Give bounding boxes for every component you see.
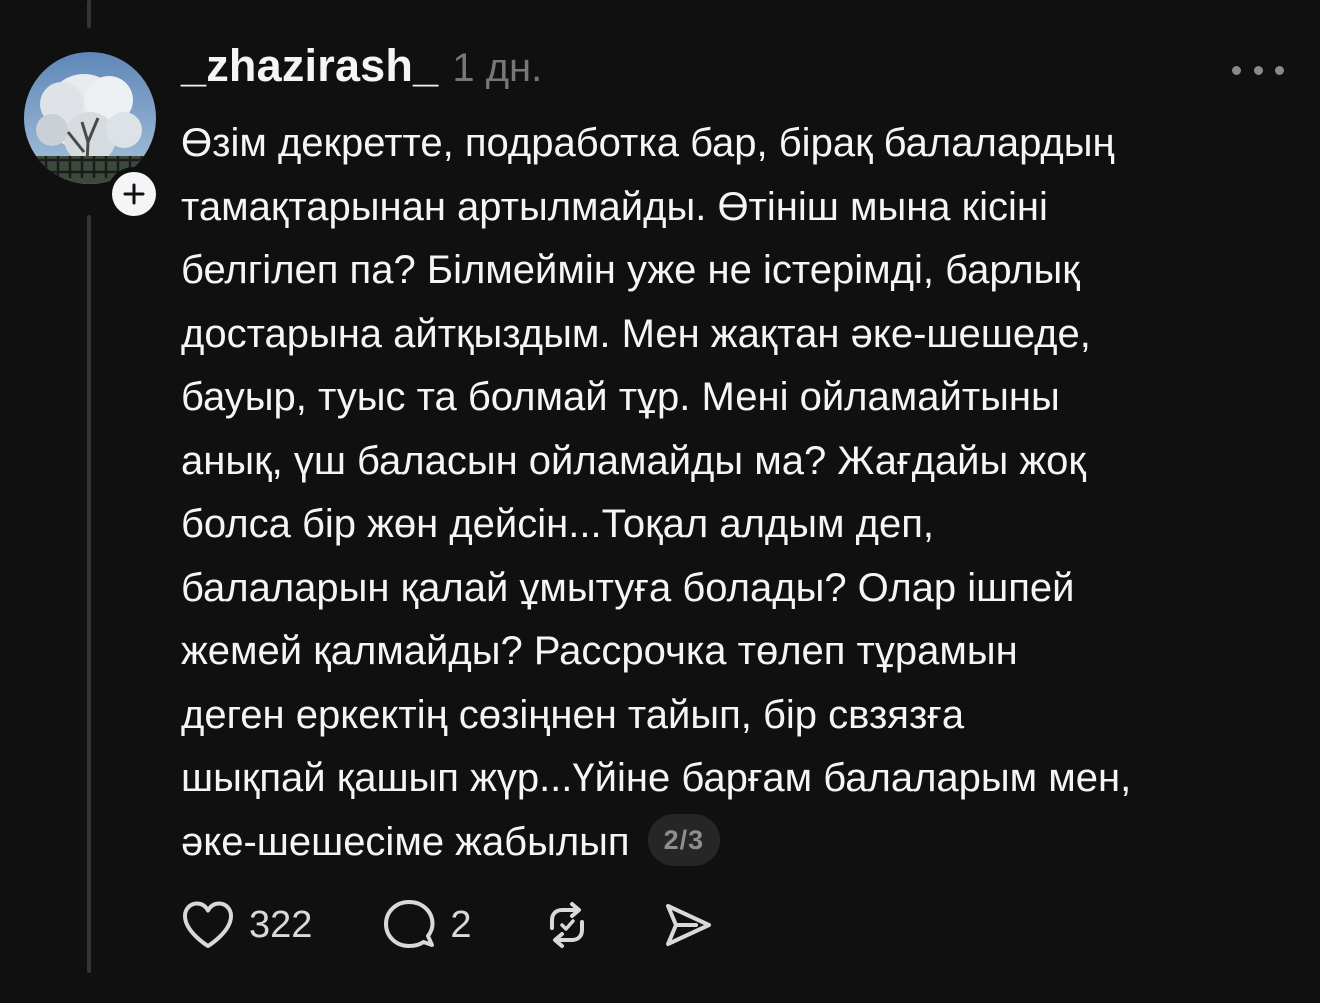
like-count: 322	[249, 903, 313, 946]
heart-icon	[183, 901, 233, 948]
follow-button[interactable]	[107, 167, 161, 221]
share-button[interactable]	[662, 900, 714, 950]
more-horizontal-icon-dot	[1275, 65, 1284, 75]
more-horizontal-icon-dot	[1232, 65, 1241, 75]
page-indicator-badge: 2/3	[647, 813, 721, 866]
comment-button[interactable]: 2	[382, 898, 472, 952]
post-text-line: бауыр, туыс та болмай тұр. Мені ойламайт…	[181, 375, 1060, 419]
post-text-line: деген еркектің сөзіңнен тайып, бір свзяз…	[181, 692, 965, 737]
thread-line-top	[87, 0, 91, 28]
post-body: Өзім декретте, подработка бар, бірақ бал…	[181, 112, 1296, 874]
like-button[interactable]: 322	[181, 900, 312, 950]
post-text-line: шықпай қашып жүр...Үйіне барғам балалары…	[181, 756, 1132, 800]
avatar[interactable]	[24, 52, 156, 184]
plus-icon	[112, 172, 156, 216]
post-text-line: белгілеп па? Білмеймін уже не істерімді,…	[181, 248, 1080, 292]
comment-bubble-icon	[384, 900, 435, 948]
post-text-line: әке-шешесіме жабылып	[181, 819, 630, 864]
action-bar: 322 2	[181, 895, 714, 955]
username[interactable]: _zhazirash_	[181, 40, 438, 92]
more-horizontal-icon-dot	[1253, 65, 1263, 75]
repost-button[interactable]	[542, 900, 592, 950]
more-button[interactable]	[1232, 58, 1284, 82]
post-text-line: балаларын қалай ұмытуға болады? Олар ішп…	[181, 565, 1075, 610]
post-header: _zhazirash_ 1 дн.	[181, 40, 542, 100]
thread-line-bottom	[87, 215, 91, 973]
send-icon	[665, 904, 711, 946]
post-text-line: анық, үш баласын ойламайды ма? Жағдайы ж…	[181, 438, 1086, 483]
comment-count: 2	[450, 903, 472, 946]
post-text-line: жемей қалмайды? Рассрочка төлеп тұрамын	[181, 629, 1018, 673]
post-text-line: достарына айтқыздым. Мен жақтан әке-шеше…	[181, 311, 1091, 356]
post-text-line: Өзім декретте, подработка бар, бірақ бал…	[181, 121, 1115, 165]
avatar-container	[24, 52, 161, 221]
post-text-line: болса бір жөн дейсін...Тоқал алдым деп,	[181, 502, 934, 546]
repost-icon	[549, 902, 584, 948]
post-text-last-line: әке-шешесіме жабылып 2/3	[181, 811, 1296, 875]
post-time: 1 дн.	[452, 46, 543, 90]
post-text-line: тамақтарынан артылмайды. Өтініш мына кіс…	[181, 184, 1048, 229]
